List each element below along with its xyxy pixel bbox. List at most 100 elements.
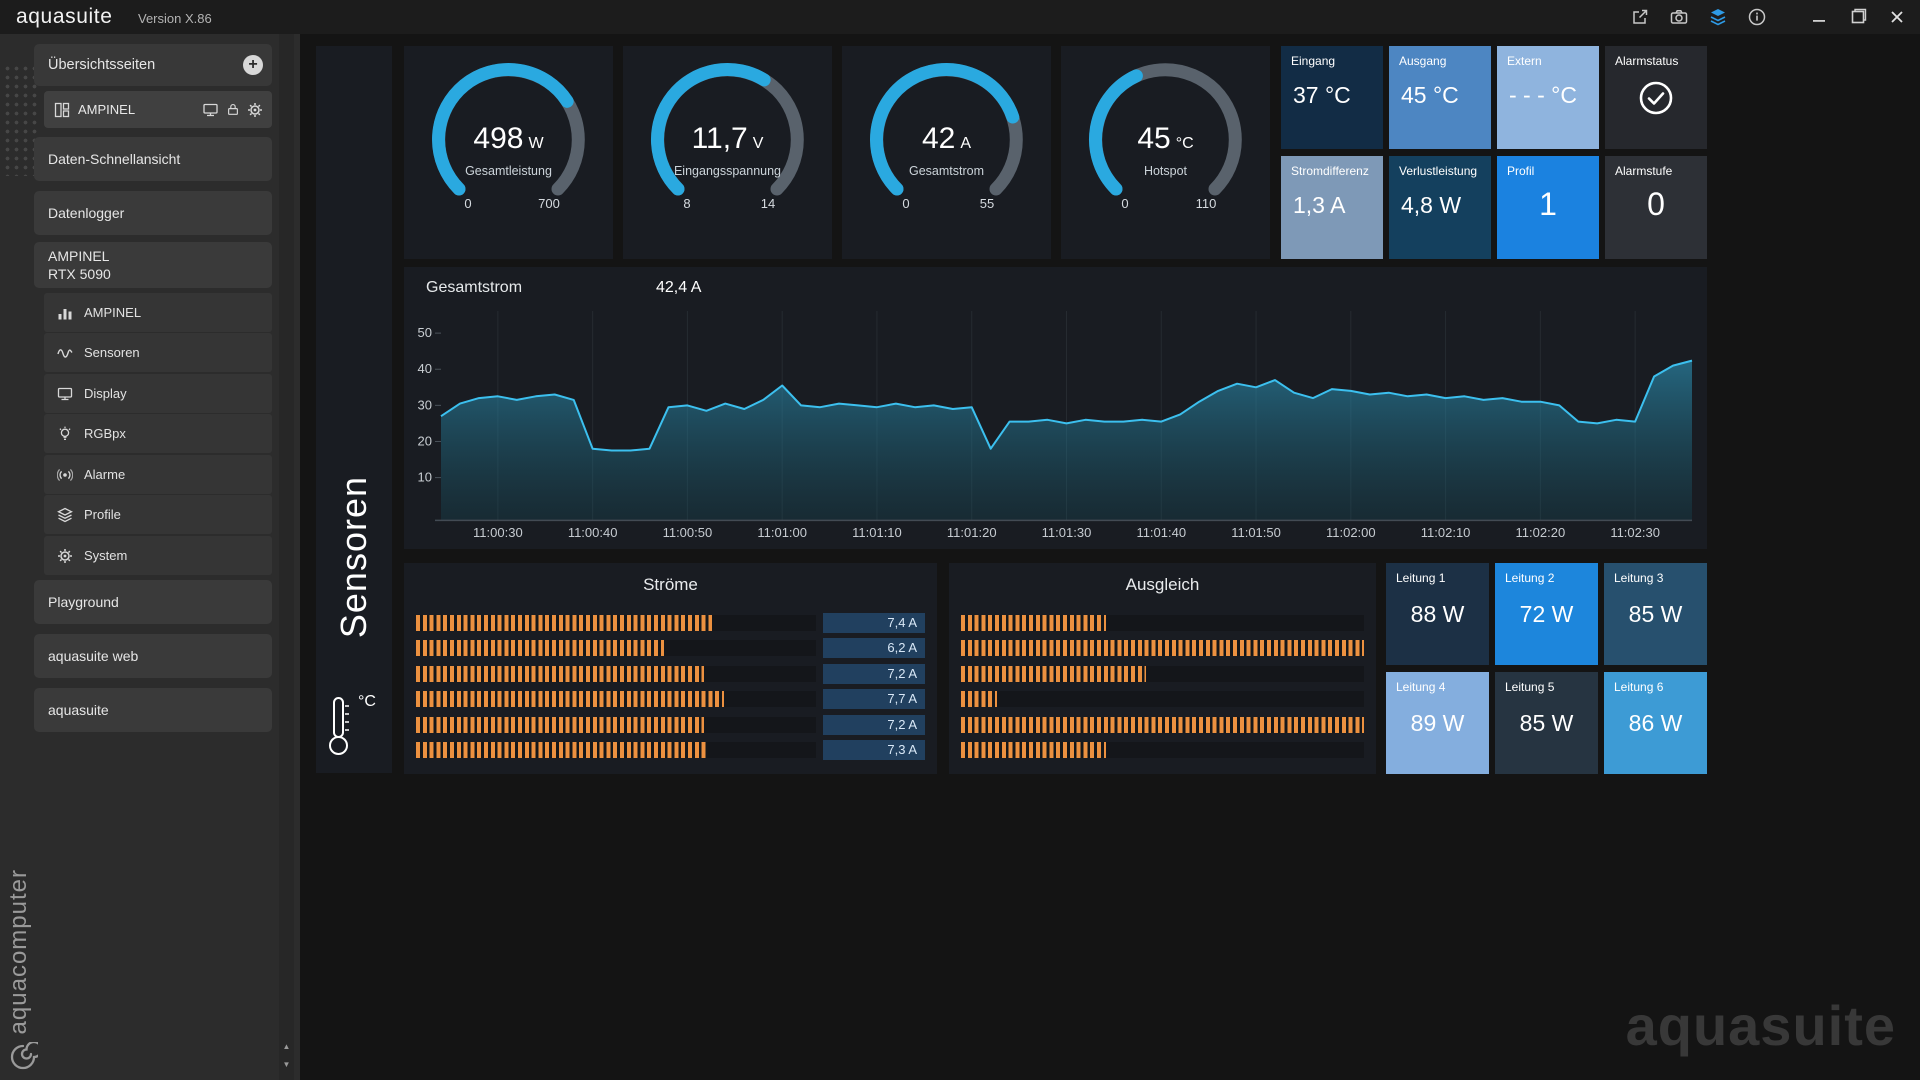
bar-value: 7,3 A [823,740,925,760]
bar-fill [416,666,704,682]
area-chart: 11:00:3011:00:4011:00:5011:01:0011:01:10… [404,267,1707,549]
device-model: RTX 5090 [48,265,111,283]
item-label: Daten-Schnellansicht [48,151,180,167]
sidebar-item-aquasuite[interactable]: aquasuite [34,688,272,732]
tile-leitung-6: Leitung 6 86 W [1604,672,1707,774]
sidebar-subitem-sensoren[interactable]: Sensoren [44,333,272,372]
svg-text:11:00:30: 11:00:30 [473,525,523,540]
bar-track [416,666,816,682]
screenshot-icon [1669,7,1689,27]
svg-text:11:00:40: 11:00:40 [568,525,618,540]
gauge-max: 14 [738,196,798,211]
tile-verlustleistung: Verlustleistung4,8 W [1389,156,1491,259]
tile-eingang: Eingang37 °C [1281,46,1383,149]
tile-leitung-3: Leitung 385 W [1604,563,1707,665]
sidebar-item-device-ampinel[interactable]: AMPINEL RTX 5090 [34,242,272,288]
tile-label: Leitung 6 [1604,672,1707,694]
svg-text:11:01:30: 11:01:30 [1042,525,1092,540]
tile-leitung-2: Leitung 272 W [1495,563,1598,665]
lock-icon[interactable] [226,102,240,117]
close-icon [1887,7,1907,27]
bar-value: 6,2 A [823,638,925,658]
minimize-button[interactable] [1808,6,1830,28]
thermometer-icon [322,695,356,759]
current-bar-row [961,689,1364,709]
panel-title: Ströme [404,575,937,595]
sidebar-item-datalogger[interactable]: Datenlogger [34,191,272,235]
current-bar-row [961,715,1364,735]
tile-value: 86 W [1604,710,1707,737]
maximize-button[interactable] [1847,6,1869,28]
current-bar-row [961,740,1364,760]
minimize-icon [1809,7,1829,27]
sidebar-item-playground[interactable]: Playground [34,580,272,624]
gauge-label: Eingangsspannung [623,164,832,178]
svg-text:11:01:20: 11:01:20 [947,525,997,540]
sidebar-subitem-system[interactable]: System [44,536,272,575]
tile-label: Leitung 4 [1386,672,1489,694]
titlebar-icons [1629,0,1908,34]
sidebar-item-aquasuite-web[interactable]: aquasuite web [34,634,272,678]
tile-label: Leitung 5 [1495,672,1598,694]
tile-value: 45 °C [1389,82,1491,109]
screenshot-button[interactable] [1668,6,1690,28]
svg-text:11:02:20: 11:02:20 [1516,525,1566,540]
data-overview-button[interactable] [1707,6,1729,28]
monitor-icon[interactable] [202,102,219,118]
tile-label: Leitung 1 [1386,563,1489,585]
bar-track [961,666,1364,682]
item-label: Profile [84,507,121,522]
gear-icon[interactable] [247,102,263,118]
close-button[interactable] [1886,6,1908,28]
page-name: AMPINEL [78,102,194,117]
gauge-value: 42A [842,122,1051,156]
gauge-min: 0 [438,196,498,211]
sidebar-subitem-rgbpx[interactable]: RGBpx [44,414,272,453]
sidebar-subitem-profile[interactable]: Profile [44,495,272,534]
gauge-value: 498W [404,122,613,156]
sidebar-subitem-display[interactable]: Display [44,374,272,413]
svg-text:11:00:50: 11:00:50 [663,525,713,540]
tile-leitung-4: Leitung 489 W [1386,672,1489,774]
info-button[interactable] [1746,6,1768,28]
monitor-icon [57,386,73,402]
svg-text:50: 50 [418,325,432,340]
status-tiles-grid: Eingang37 °CAusgang45 °CExtern- - - °CAl… [1281,46,1707,259]
aquacomputer-brand: aquacomputer [5,869,33,1034]
gesamtstrom-chart-panel: Gesamtstrom 42,4 A 11:00:3011:00:4011:00… [404,267,1707,549]
layers-icon [57,507,73,523]
bar-track [416,742,816,758]
sidebar-item-quick-view[interactable]: Daten-Schnellansicht [34,137,272,181]
dashboard-icon [54,102,70,118]
tile-value: 0 [1605,186,1707,223]
current-bar-row [961,638,1364,658]
gauge-hotspot: 45°C Hotspot 0 110 [1061,46,1270,259]
export-button[interactable] [1629,6,1651,28]
current-bar-row [961,664,1364,684]
svg-text:11:01:00: 11:01:00 [757,525,807,540]
sidebar-item-ampinel-overview-page[interactable]: AMPINEL [44,91,272,128]
current-bar-row: 7,3 A [416,740,925,760]
sidebar-section-overview-pages[interactable]: Übersichtsseiten + [34,44,272,86]
scroll-up-icon[interactable]: ▲ [279,1040,294,1054]
bar-value: 7,7 A [823,689,925,709]
tile-label: Profil [1497,156,1599,178]
add-overview-page-button[interactable]: + [243,55,263,75]
leitung-tiles-grid: Leitung 188 WLeitung 272 WLeitung 385 WL… [1386,563,1707,774]
info-icon [1747,7,1767,27]
ausgleich-panel: Ausgleich [949,563,1376,774]
tile-label: Alarmstufe [1605,156,1707,178]
scroll-down-icon[interactable]: ▼ [279,1058,294,1072]
bar-fill [961,717,1364,733]
tile-label: Eingang [1281,46,1383,68]
sidebar-scrollbar[interactable]: ▲ ▼ [279,34,294,1080]
sidebar-subitem-alarme[interactable]: Alarme [44,455,272,494]
sidebar-subitem-ampinel[interactable]: AMPINEL [44,293,272,332]
svg-text:40: 40 [418,361,432,376]
tile-alarmstatus: Alarmstatus [1605,46,1707,149]
layers-icon [1708,7,1728,27]
tile-leitung-1: Leitung 188 W [1386,563,1489,665]
bar-fill [961,615,1106,631]
device-name: AMPINEL [48,247,109,265]
dashboard-canvas: Sensoren °C 498W Gesamtleistung 0 700 11… [300,34,1920,1080]
